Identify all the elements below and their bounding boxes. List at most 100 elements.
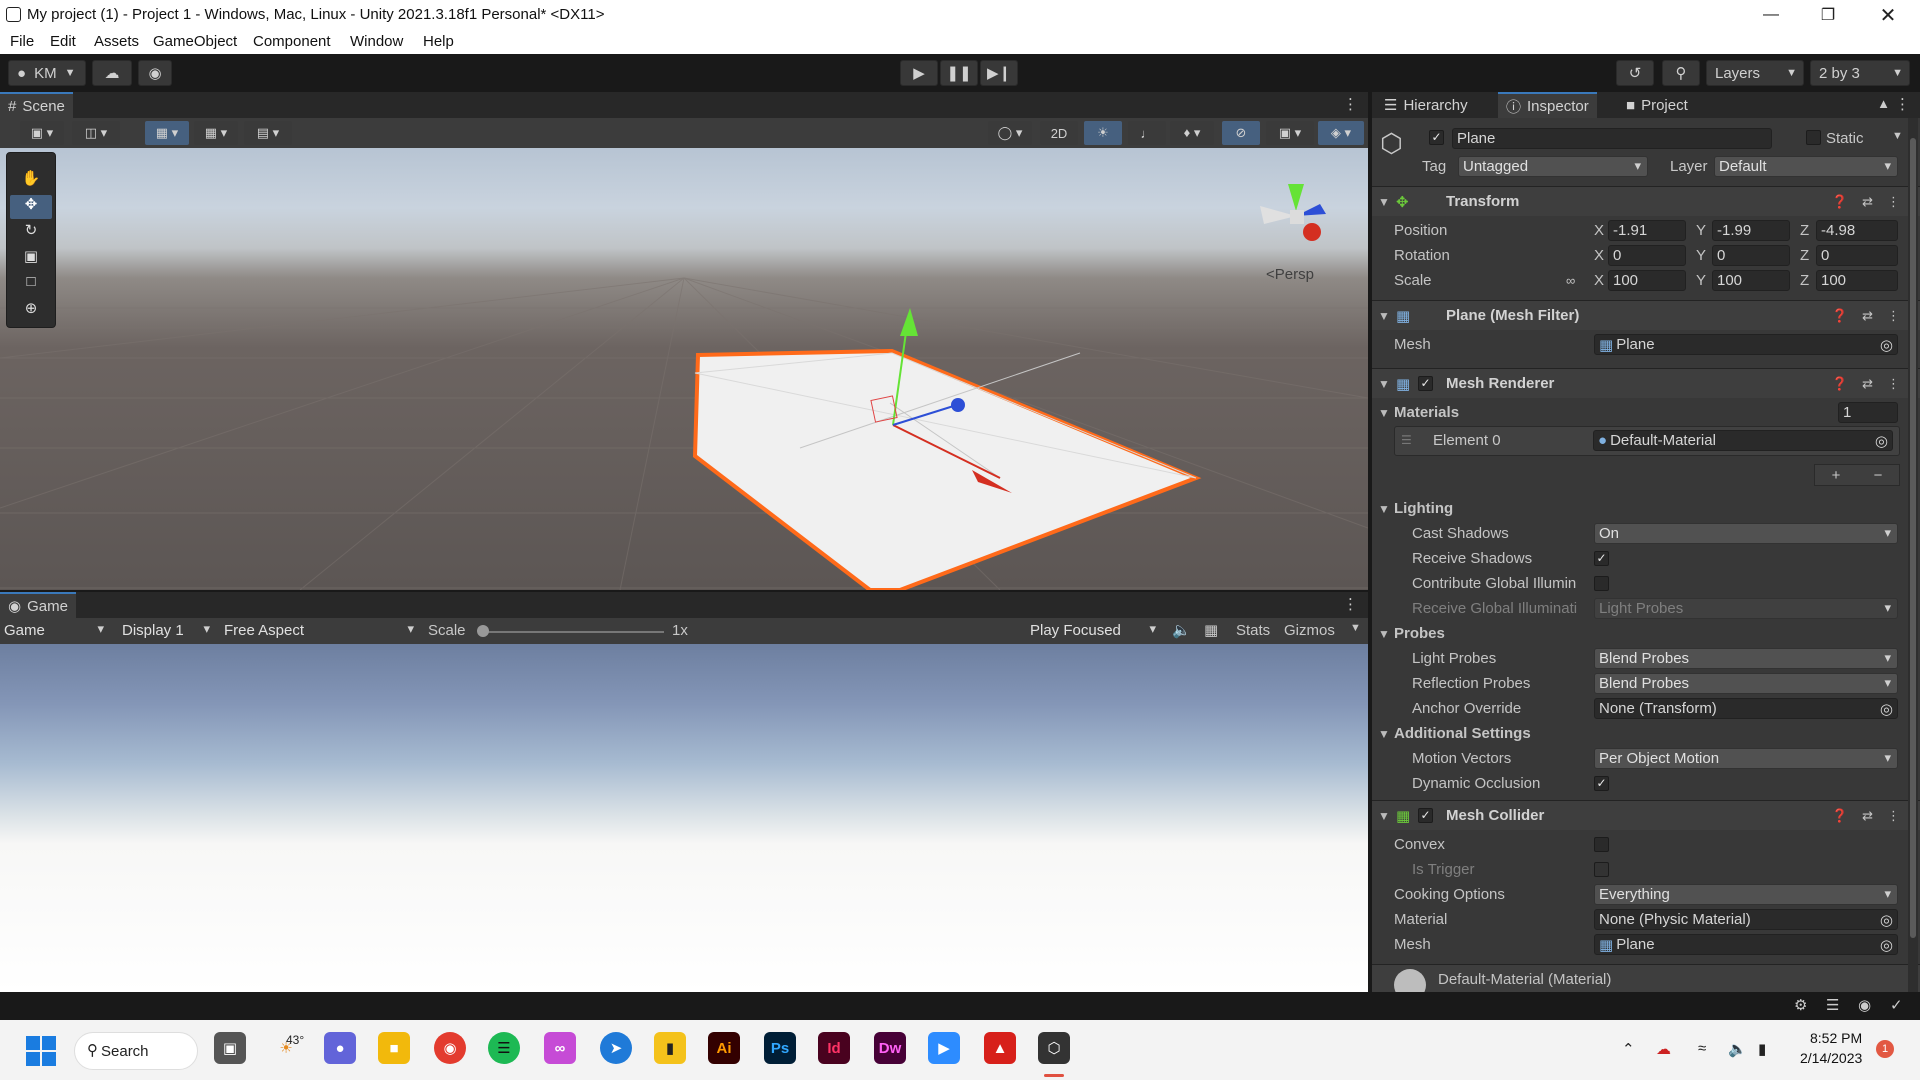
- gizmo-y-arrow[interactable]: [900, 308, 918, 336]
- more-options-icon[interactable]: ⋮: [1887, 194, 1900, 210]
- camera-settings-dropdown[interactable]: ▣ ▾: [1266, 121, 1314, 145]
- collab-icon[interactable]: ◉: [138, 60, 172, 86]
- help-icon[interactable]: ❓: [1832, 308, 1848, 324]
- rotation-x-field[interactable]: 0: [1608, 245, 1686, 266]
- chrome-icon[interactable]: ◉: [434, 1032, 466, 1064]
- menu-edit[interactable]: Edit: [50, 33, 76, 50]
- grid-snapping-dropdown[interactable]: ▦ ▾: [145, 121, 189, 145]
- gizmos-dropdown[interactable]: ◈ ▾: [1318, 121, 1364, 145]
- light-probes-dropdown[interactable]: Blend Probes: [1594, 648, 1898, 669]
- shortcuts-icon[interactable]: ▦: [1204, 621, 1218, 639]
- lock-icon[interactable]: ▲: [1877, 96, 1890, 111]
- lighting-foldout[interactable]: ▼ Lighting: [1372, 496, 1920, 521]
- convex-checkbox[interactable]: [1594, 837, 1609, 852]
- task-view-icon[interactable]: ▣: [214, 1032, 246, 1064]
- hand-tool-icon[interactable]: ✋: [10, 169, 52, 193]
- tab-scene[interactable]: # Scene: [0, 92, 73, 118]
- selected-plane[interactable]: [692, 348, 1202, 590]
- more-options-icon[interactable]: ⋮: [1343, 95, 1358, 113]
- more-options-icon[interactable]: ⋮: [1887, 808, 1900, 824]
- rect-tool-icon[interactable]: □: [10, 273, 52, 297]
- rotation-z-field[interactable]: 0: [1816, 245, 1898, 266]
- preset-icon[interactable]: ⇄: [1862, 308, 1873, 324]
- snap-increment-dropdown[interactable]: ▦ ▾: [194, 121, 238, 145]
- mute-audio-icon[interactable]: 🔈: [1172, 621, 1191, 639]
- cloud-icon[interactable]: ☁: [92, 60, 132, 86]
- hidden-objects-icon[interactable]: ⊘: [1222, 121, 1260, 145]
- game-view[interactable]: [0, 644, 1368, 992]
- lighting-toggle-icon[interactable]: ☀: [1084, 121, 1122, 145]
- teams-chat-icon[interactable]: ●: [324, 1032, 356, 1064]
- cast-shadows-dropdown[interactable]: On: [1594, 523, 1898, 544]
- object-picker-icon[interactable]: ◎: [1880, 911, 1893, 929]
- transform-tool-icon[interactable]: ⊕: [10, 299, 52, 323]
- menu-file[interactable]: File: [10, 33, 34, 50]
- contribute-gi-checkbox[interactable]: [1594, 576, 1609, 591]
- menu-help[interactable]: Help: [423, 33, 454, 50]
- rotate-tool-icon[interactable]: ↻: [10, 221, 52, 245]
- tag-dropdown[interactable]: Untagged: [1458, 156, 1648, 177]
- unity-app-icon[interactable]: ⬡: [1038, 1032, 1070, 1064]
- battery-icon[interactable]: ▮: [1758, 1040, 1766, 1058]
- collider-mesh-field[interactable]: ▦ Plane ◎: [1594, 934, 1898, 955]
- photoshop-icon[interactable]: Ps: [764, 1032, 796, 1064]
- illustrator-icon[interactable]: Ai: [708, 1032, 740, 1064]
- help-icon[interactable]: ❓: [1832, 808, 1848, 824]
- object-picker-icon[interactable]: ◎: [1880, 936, 1893, 954]
- scale-z-field[interactable]: 100: [1816, 270, 1898, 291]
- preset-icon[interactable]: ⇄: [1862, 808, 1873, 824]
- transform-header[interactable]: ▼ ✥ Transform ❓ ⇄ ⋮: [1372, 186, 1920, 216]
- toggle-2d-button[interactable]: 2D: [1040, 121, 1078, 145]
- tab-inspector[interactable]: ⓘ Inspector: [1498, 92, 1597, 118]
- persp-label[interactable]: <Persp: [1266, 266, 1314, 283]
- display-dropdown[interactable]: Display 1: [118, 620, 216, 641]
- account-dropdown[interactable]: ● KM ▼: [8, 60, 86, 86]
- preset-icon[interactable]: ⇄: [1862, 194, 1873, 210]
- taskbar-search[interactable]: ⚲ Search: [74, 1032, 198, 1070]
- constrain-proportions-icon[interactable]: ∞: [1566, 273, 1575, 288]
- volume-icon[interactable]: 🔈: [1728, 1040, 1747, 1058]
- dynamic-occlusion-checkbox[interactable]: ✓: [1594, 776, 1609, 791]
- help-icon[interactable]: ❓: [1832, 194, 1848, 210]
- camera-mode-dropdown[interactable]: ◯ ▾: [988, 121, 1032, 145]
- add-element-icon[interactable]: +: [1832, 467, 1841, 484]
- close-button[interactable]: ✕: [1860, 0, 1916, 30]
- tab-hierarchy[interactable]: ☰ Hierarchy: [1376, 92, 1476, 118]
- anchor-override-field[interactable]: None (Transform) ◎: [1594, 698, 1898, 719]
- clock-date[interactable]: 2/14/2023: [1800, 1050, 1862, 1066]
- materials-row[interactable]: ▼ Materials 1: [1372, 400, 1920, 425]
- menu-component[interactable]: Component: [253, 33, 331, 50]
- rotation-y-field[interactable]: 0: [1712, 245, 1790, 266]
- materials-count-field[interactable]: 1: [1838, 402, 1898, 423]
- object-name-field[interactable]: Plane: [1452, 128, 1772, 149]
- wifi-icon[interactable]: ≈: [1698, 1040, 1706, 1057]
- maximize-button[interactable]: ❐: [1800, 0, 1856, 30]
- history-icon[interactable]: ↺: [1616, 60, 1654, 86]
- safari-icon[interactable]: ➤: [600, 1032, 632, 1064]
- creative-cloud-icon[interactable]: ∞: [544, 1032, 576, 1064]
- scale-slider-handle[interactable]: [477, 625, 489, 637]
- play-mode-dropdown[interactable]: Play Focused: [1026, 620, 1162, 641]
- object-picker-icon[interactable]: ◎: [1880, 700, 1893, 718]
- audio-toggle-icon[interactable]: ♩: [1128, 121, 1166, 145]
- menu-assets[interactable]: Assets: [94, 33, 139, 50]
- tab-project[interactable]: ■ Project: [1618, 92, 1696, 118]
- game-view-dropdown[interactable]: Game: [0, 620, 110, 641]
- layers-dropdown[interactable]: Layers ▼: [1706, 60, 1804, 86]
- check-icon[interactable]: ✓: [1890, 996, 1903, 1014]
- scale-slider[interactable]: [480, 631, 664, 633]
- inspector-scrollbar[interactable]: [1908, 118, 1918, 992]
- chevron-down-icon[interactable]: ▼: [1892, 130, 1903, 142]
- collider-material-field[interactable]: None (Physic Material) ◎: [1594, 909, 1898, 930]
- stats-button[interactable]: Stats: [1236, 622, 1270, 639]
- ruler-dropdown[interactable]: ▤ ▾: [244, 121, 292, 145]
- start-icon[interactable]: [26, 1036, 56, 1066]
- mesh-collider-enabled-checkbox[interactable]: ✓: [1418, 808, 1433, 823]
- sticky-notes-icon[interactable]: ▮: [654, 1032, 686, 1064]
- object-picker-icon[interactable]: ◎: [1880, 336, 1893, 354]
- motion-vectors-dropdown[interactable]: Per Object Motion: [1594, 748, 1898, 769]
- gizmos-button[interactable]: Gizmos: [1284, 622, 1335, 639]
- tab-game[interactable]: ◉ Game: [0, 592, 76, 618]
- pause-button[interactable]: ❚❚: [940, 60, 978, 86]
- static-checkbox[interactable]: [1806, 130, 1821, 145]
